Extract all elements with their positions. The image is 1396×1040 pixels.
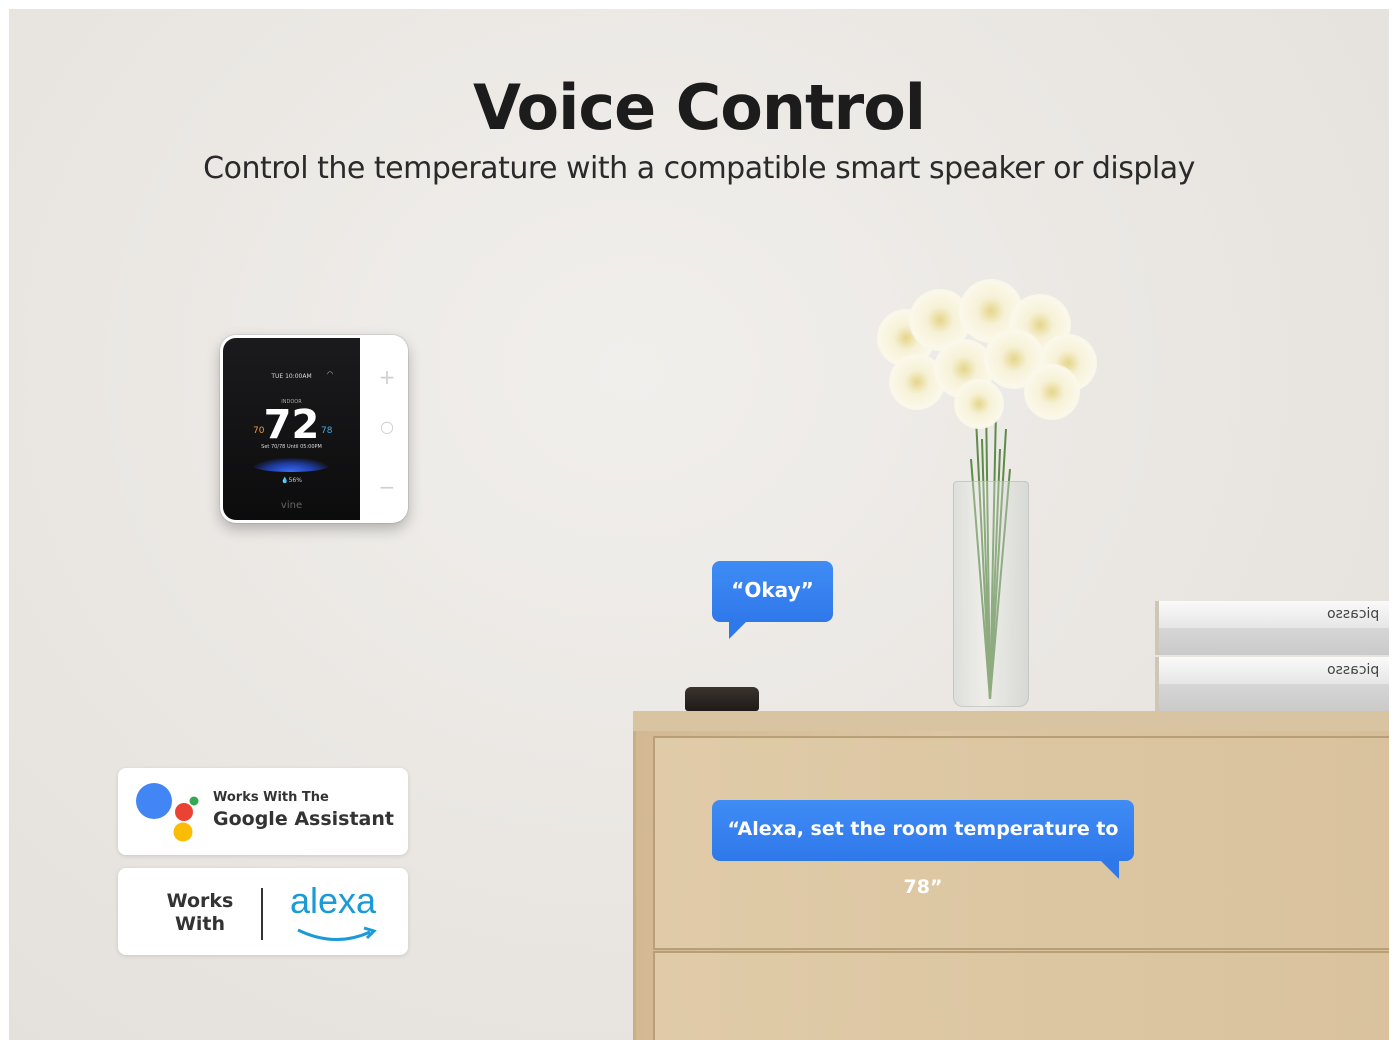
alexa-logo-word: alexa — [290, 880, 377, 921]
page-subtitle: Control the temperature with a compatibl… — [203, 151, 1195, 186]
thermostat-mode-button: ○ — [380, 417, 394, 436]
thermostat-humidity: 💧56% — [223, 477, 360, 484]
book-title: picasso — [1326, 606, 1379, 622]
humidity-icon: 💧 — [281, 477, 289, 484]
thermostat-schedule: Set 70/78 Until 05:00PM — [261, 444, 322, 450]
dresser-drawer — [653, 951, 1389, 1040]
thermostat-brand: vine — [280, 500, 303, 511]
product-scene: Voice Control Control the temperature wi… — [9, 9, 1389, 1040]
thermostat-plus-button: + — [378, 365, 396, 389]
humidity-value: 56% — [288, 477, 302, 484]
book: picasso — [1155, 657, 1389, 684]
google-badge-line1: Works With The — [213, 790, 329, 805]
thermostat-time: TUE 10:00AM — [271, 373, 312, 380]
speech-bubble-alexa: “Alexa, set the room temperature to 78” — [712, 800, 1134, 898]
smart-speaker — [685, 687, 759, 711]
thermostat-glow-arc — [251, 458, 331, 472]
book — [1155, 628, 1389, 655]
speech-bubble-tail — [1099, 859, 1119, 879]
thermostat-temperature: 72 — [263, 402, 320, 448]
alexa-smile-icon — [297, 926, 377, 942]
google-assistant-icon — [136, 783, 199, 842]
thermostat-minus-button: − — [378, 475, 396, 499]
dresser-top — [633, 711, 1389, 732]
thermostat-device: TUE 10:00AM ◠ INDOOR 72 70 78 Set 70/78 … — [220, 335, 408, 523]
alexa-badge: Works With alexa — [118, 868, 408, 955]
thermostat-screen: TUE 10:00AM ◠ INDOOR 72 70 78 Set 70/78 … — [223, 338, 360, 520]
speech-bubble-okay: “Okay” — [712, 561, 833, 622]
alexa-badge-line2: With — [174, 913, 226, 935]
book-title: picasso — [1326, 662, 1379, 678]
thermostat-high-setpoint: 78 — [321, 426, 333, 436]
book — [1155, 684, 1389, 711]
book: picasso — [1155, 601, 1389, 628]
glass-vase — [953, 481, 1029, 707]
alexa-badge-divider — [261, 888, 263, 940]
google-badge-line2: Google Assistant — [213, 808, 394, 830]
wifi-icon: ◠ — [327, 370, 334, 378]
flower — [1024, 364, 1080, 420]
thermostat-low-setpoint: 70 — [253, 426, 265, 436]
flower — [954, 379, 1004, 429]
alexa-badge-works-with: Works With — [160, 890, 240, 936]
speech-bubble-tail — [729, 619, 749, 639]
alexa-badge-line1: Works — [166, 890, 234, 912]
google-assistant-badge: Works With The Google Assistant — [118, 768, 408, 855]
page-title: Voice Control — [472, 71, 926, 144]
